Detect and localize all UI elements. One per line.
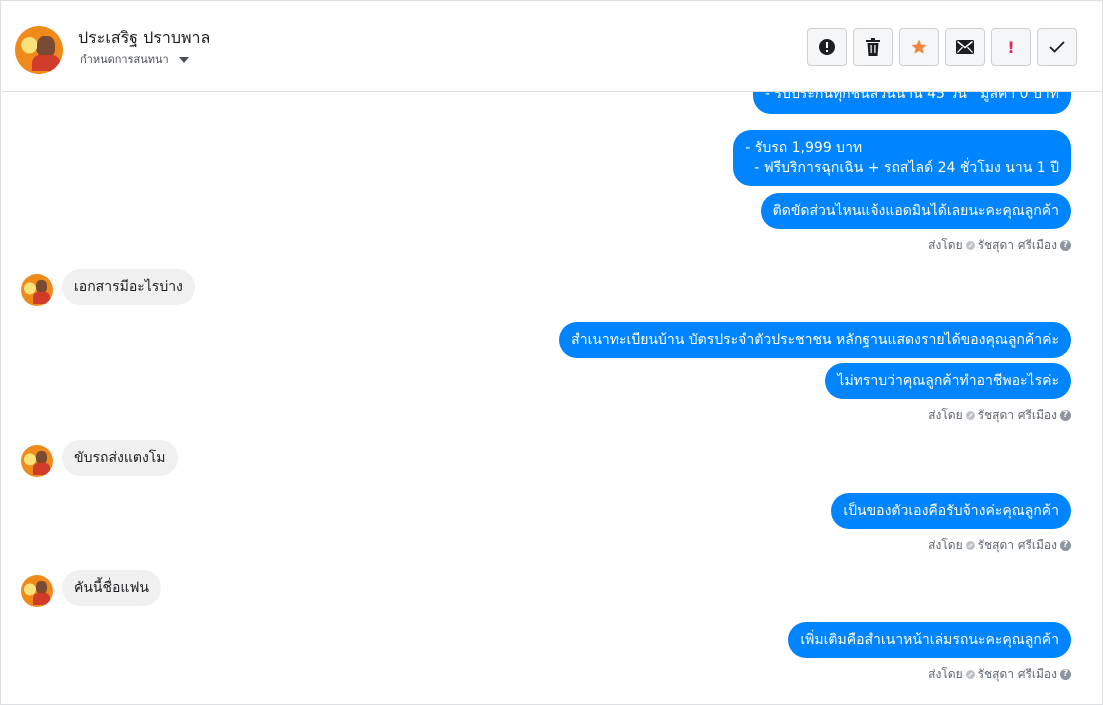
incoming-message: ขับรถส่งแตงโม <box>62 440 178 476</box>
check-icon <box>1049 41 1065 53</box>
sent-by-prefix: ส่งโดย <box>928 538 963 552</box>
agent-status-icon <box>965 241 975 250</box>
outgoing-message: - รับรถ 1,999 บาท - ฟรีบริการฉุกเฉิน + ร… <box>733 130 1071 186</box>
contact-avatar-small[interactable] <box>21 445 53 477</box>
contact-avatar-small[interactable] <box>21 575 53 607</box>
conversation-header: ประเสริฐ ปราบพาล กำหนดการสนทนา ! <box>2 2 1102 92</box>
contact-avatar[interactable] <box>15 26 63 74</box>
exclamation-icon: ! <box>1007 37 1015 57</box>
outgoing-message: - รับประกันทุกชิ้นส่วนนาน 45 วัน มูลค่า … <box>753 92 1071 114</box>
agent-status-icon <box>965 670 975 679</box>
help-icon[interactable]: ? <box>1060 669 1071 680</box>
star-icon <box>911 39 927 54</box>
sent-by-agent[interactable]: รัชสุดา ศรีเมือง <box>978 665 1057 684</box>
help-icon[interactable]: ? <box>1060 410 1071 421</box>
sent-by-label: ส่งโดย รัชสุดา ศรีเมือง ? <box>928 536 1071 555</box>
mark-spam-button[interactable] <box>807 28 847 66</box>
outgoing-message: ไม่ทราบว่าคุณลูกค้าทำอาชีพอะไรค่ะ <box>825 363 1071 399</box>
mark-unread-button[interactable] <box>945 28 985 66</box>
assign-label: กำหนดการสนทนา <box>80 53 169 66</box>
sent-by-agent[interactable]: รัชสุดา ศรีเมือง <box>978 236 1057 255</box>
envelope-icon <box>956 40 974 54</box>
contact-name[interactable]: ประเสริฐ ปราบพาล <box>78 26 210 51</box>
mark-done-button[interactable] <box>1037 28 1077 66</box>
help-icon[interactable]: ? <box>1060 540 1071 551</box>
delete-button[interactable] <box>853 28 893 66</box>
incoming-message: เอกสารมีอะไรบ่าง <box>62 269 195 305</box>
sent-by-prefix: ส่งโดย <box>928 238 963 252</box>
star-button[interactable] <box>899 28 939 66</box>
conversation-assign-dropdown[interactable]: กำหนดการสนทนา <box>80 50 189 68</box>
alert-circle-icon <box>819 39 835 55</box>
follow-up-button[interactable]: ! <box>991 28 1031 66</box>
sent-by-prefix: ส่งโดย <box>928 408 963 422</box>
message-thread[interactable]: - รับประกันทุกชิ้นส่วนนาน 45 วัน มูลค่า … <box>2 92 1102 704</box>
conversation-panel: ประเสริฐ ปราบพาล กำหนดการสนทนา ! - รับปร… <box>0 0 1103 705</box>
outgoing-message: ติดขัดส่วนไหนแจ้งแอดมินได้เลยนะคะคุณลูกค… <box>760 193 1071 229</box>
help-icon[interactable]: ? <box>1060 240 1071 251</box>
outgoing-message: สำเนาทะเบียนบ้าน บัตรประจำตัวประชาชน หลั… <box>559 322 1071 358</box>
sent-by-label: ส่งโดย รัชสุดา ศรีเมือง ? <box>928 236 1071 255</box>
sent-by-label: ส่งโดย รัชสุดา ศรีเมือง ? <box>928 406 1071 425</box>
conversation-toolbar: ! <box>807 28 1077 66</box>
outgoing-message: เป็นของตัวเองคือรับจ้างค่ะคุณลูกค้า <box>831 493 1071 529</box>
caret-down-icon <box>178 56 189 63</box>
incoming-message: คันนี้ชื่อแฟน <box>62 570 161 606</box>
contact-avatar-small[interactable] <box>21 274 53 306</box>
sent-by-agent[interactable]: รัชสุดา ศรีเมือง <box>978 406 1057 425</box>
sent-by-agent[interactable]: รัชสุดา ศรีเมือง <box>978 536 1057 555</box>
trash-icon <box>866 38 880 56</box>
outgoing-message: เพิ่มเติมคือสำเนาหน้าเล่มรถนะคะคุณลูกค้า <box>788 622 1071 658</box>
sent-by-label: ส่งโดย รัชสุดา ศรีเมือง ? <box>928 665 1071 684</box>
agent-status-icon <box>965 541 975 550</box>
agent-status-icon <box>965 411 975 420</box>
sent-by-prefix: ส่งโดย <box>928 667 963 681</box>
